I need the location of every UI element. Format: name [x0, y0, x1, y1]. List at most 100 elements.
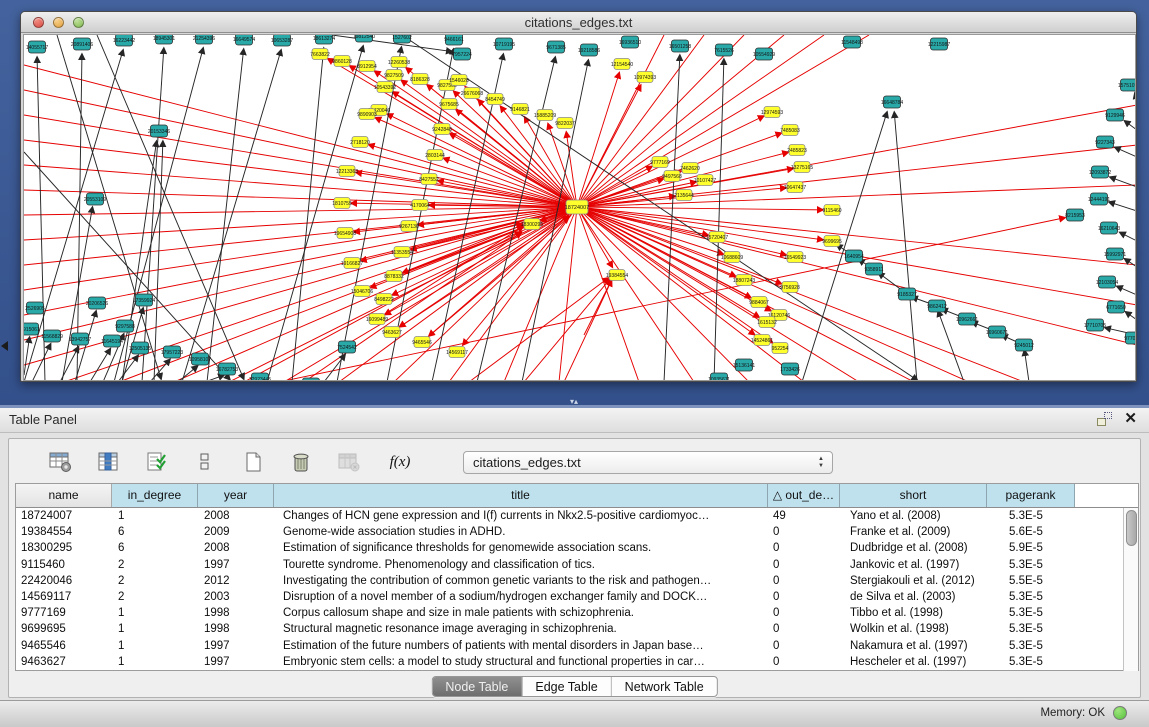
- graph-node[interactable]: 1615132: [757, 317, 777, 328]
- graph-node[interactable]: 15136141: [733, 359, 755, 371]
- show-columns-icon[interactable]: [95, 448, 123, 476]
- graph-node[interactable]: 16648784: [881, 96, 903, 108]
- graph-node[interactable]: 2803144: [425, 150, 445, 161]
- graph-node[interactable]: 10647437: [784, 182, 806, 193]
- graph-node[interactable]: 10554929: [753, 48, 775, 60]
- graph-node[interactable]: 9675685: [439, 99, 459, 110]
- graph-node[interactable]: 20553109: [84, 193, 106, 205]
- graph-node[interactable]: 14055717: [26, 41, 48, 53]
- delete-table-icon[interactable]: [287, 448, 315, 476]
- table-row[interactable]: 2242004622012Investigating the contribut…: [16, 573, 1138, 589]
- graph-node[interactable]: 9245012: [1014, 339, 1034, 351]
- graph-node[interactable]: 15885209: [534, 110, 556, 121]
- graph-node[interactable]: 18945301: [153, 35, 175, 44]
- graph-node[interactable]: 9827509: [384, 70, 404, 81]
- graph-node[interactable]: 16960671: [986, 326, 1008, 338]
- graph-node[interactable]: 1733426: [780, 363, 800, 375]
- table-row[interactable]: 1872400712008Changes of HCN gene express…: [16, 508, 1138, 524]
- graph-node[interactable]: 7524542: [337, 341, 357, 353]
- table-row[interactable]: 946362711997Embryonic stem cells: a mode…: [16, 654, 1138, 670]
- graph-node[interactable]: 9756928: [780, 282, 800, 293]
- float-panel-icon[interactable]: [1097, 412, 1112, 426]
- graph-node[interactable]: 12923445: [249, 373, 271, 381]
- graph-node[interactable]: 11568829: [41, 330, 63, 342]
- graph-node[interactable]: 9860128: [332, 56, 352, 67]
- graph-node[interactable]: 10935611: [708, 373, 730, 381]
- graph-node[interactable]: 9890903: [357, 109, 377, 120]
- collapse-panel-arrow-icon[interactable]: [1, 341, 8, 351]
- graph-node[interactable]: 7462620: [680, 163, 700, 174]
- graph-node[interactable]: 19166827: [341, 258, 363, 269]
- graph-node[interactable]: 14524861: [751, 335, 773, 346]
- new-table-icon[interactable]: [239, 448, 267, 476]
- graph-node[interactable]: 9185327: [897, 288, 917, 300]
- graph-node[interactable]: 14569117: [446, 347, 468, 358]
- graph-node[interactable]: 9267130: [399, 221, 419, 232]
- graph-node[interactable]: 19654908: [334, 228, 356, 239]
- graph-node[interactable]: 16210643: [1098, 222, 1120, 234]
- graph-node[interactable]: 20891406: [71, 38, 93, 50]
- graph-node[interactable]: 26676068: [461, 88, 483, 99]
- graph-node[interactable]: 16501258: [669, 40, 691, 52]
- tab-network-table[interactable]: Network Table: [611, 677, 717, 696]
- tab-edge-table[interactable]: Edge Table: [521, 677, 610, 696]
- network-table-select[interactable]: citations_edges.txt ▲▼: [463, 451, 833, 474]
- graph-node[interactable]: 21254396: [193, 35, 215, 44]
- table-row[interactable]: 1830029562008Estimation of significance …: [16, 540, 1138, 556]
- graph-node[interactable]: 19218586: [578, 44, 600, 56]
- graph-node[interactable]: 10107427: [694, 175, 716, 186]
- graph-node[interactable]: 11645194: [101, 335, 123, 347]
- column-header-short[interactable]: short: [840, 484, 987, 507]
- graph-node[interactable]: 7485083: [780, 125, 800, 136]
- graph-node[interactable]: 4170064: [410, 200, 430, 211]
- graph-node[interactable]: 13275165: [791, 162, 813, 173]
- row-height-icon[interactable]: [191, 448, 219, 476]
- graph-node[interactable]: 9358911: [864, 263, 883, 275]
- table-row[interactable]: 946554611997Estimation of the future num…: [16, 638, 1138, 654]
- graph-node[interactable]: 1546028: [449, 75, 469, 86]
- graph-node[interactable]: 8215953: [1065, 209, 1085, 221]
- graph-node[interactable]: 16099489: [366, 314, 388, 325]
- graph-node[interactable]: 9465546: [412, 337, 432, 348]
- graph-node[interactable]: 18300295: [521, 219, 543, 230]
- graph-node[interactable]: 3915061: [24, 323, 40, 335]
- graph-node[interactable]: 1527602: [392, 35, 412, 43]
- graph-node[interactable]: 11548498: [841, 36, 863, 48]
- graph-node[interactable]: 18807243: [733, 275, 755, 286]
- graph-node[interactable]: 9671385: [546, 41, 566, 53]
- graph-node[interactable]: 20153346: [148, 125, 170, 137]
- graph-node[interactable]: 17710705: [1084, 319, 1106, 331]
- graph-node[interactable]: 12103054: [1096, 276, 1118, 288]
- graph-node[interactable]: 13942757: [69, 333, 91, 345]
- scrollbar-thumb[interactable]: [1126, 510, 1137, 546]
- graph-node[interactable]: 15751074: [1118, 79, 1136, 91]
- graph-node[interactable]: 16649574: [233, 35, 255, 45]
- graph-node[interactable]: 9862412: [927, 300, 947, 312]
- graph-node[interactable]: 12974593: [761, 107, 783, 118]
- table-mode-icon[interactable]: [47, 448, 75, 476]
- splitter-handle-icon[interactable]: ▾▴: [569, 398, 579, 405]
- graph-node[interactable]: 11353554: [391, 247, 413, 258]
- graph-node[interactable]: 9770292: [1124, 332, 1136, 344]
- graph-node[interactable]: 9129946: [1105, 109, 1125, 121]
- graph-node[interactable]: 10719195: [493, 38, 515, 50]
- graph-node[interactable]: 2135644: [674, 190, 694, 201]
- graph-node[interactable]: 16782753: [216, 363, 238, 375]
- graph-node[interactable]: 17957223: [161, 346, 183, 358]
- column-header-year[interactable]: year: [198, 484, 274, 507]
- tab-node-table[interactable]: Node Table: [432, 677, 521, 696]
- graph-node[interactable]: 952254: [772, 343, 789, 354]
- graph-node[interactable]: 8498222: [374, 294, 394, 305]
- graph-node[interactable]: 12213363: [336, 166, 358, 177]
- graph-node[interactable]: 16223442: [113, 35, 135, 46]
- table-row[interactable]: 1456911722003Disruption of a novel membe…: [16, 589, 1138, 605]
- graph-node[interactable]: 10653287: [271, 35, 293, 46]
- graph-node[interactable]: 9297588: [115, 320, 135, 332]
- graph-node[interactable]: 18613274: [313, 35, 335, 44]
- table-row[interactable]: 969969511998Structural magnetic resonanc…: [16, 621, 1138, 637]
- graph-node[interactable]: 12154540: [611, 59, 633, 70]
- column-header-name[interactable]: name: [16, 484, 112, 507]
- graph-node[interactable]: 9115460: [822, 205, 841, 216]
- graph-node[interactable]: 9777169: [650, 157, 670, 168]
- graph-node[interactable]: 1810755: [332, 198, 352, 209]
